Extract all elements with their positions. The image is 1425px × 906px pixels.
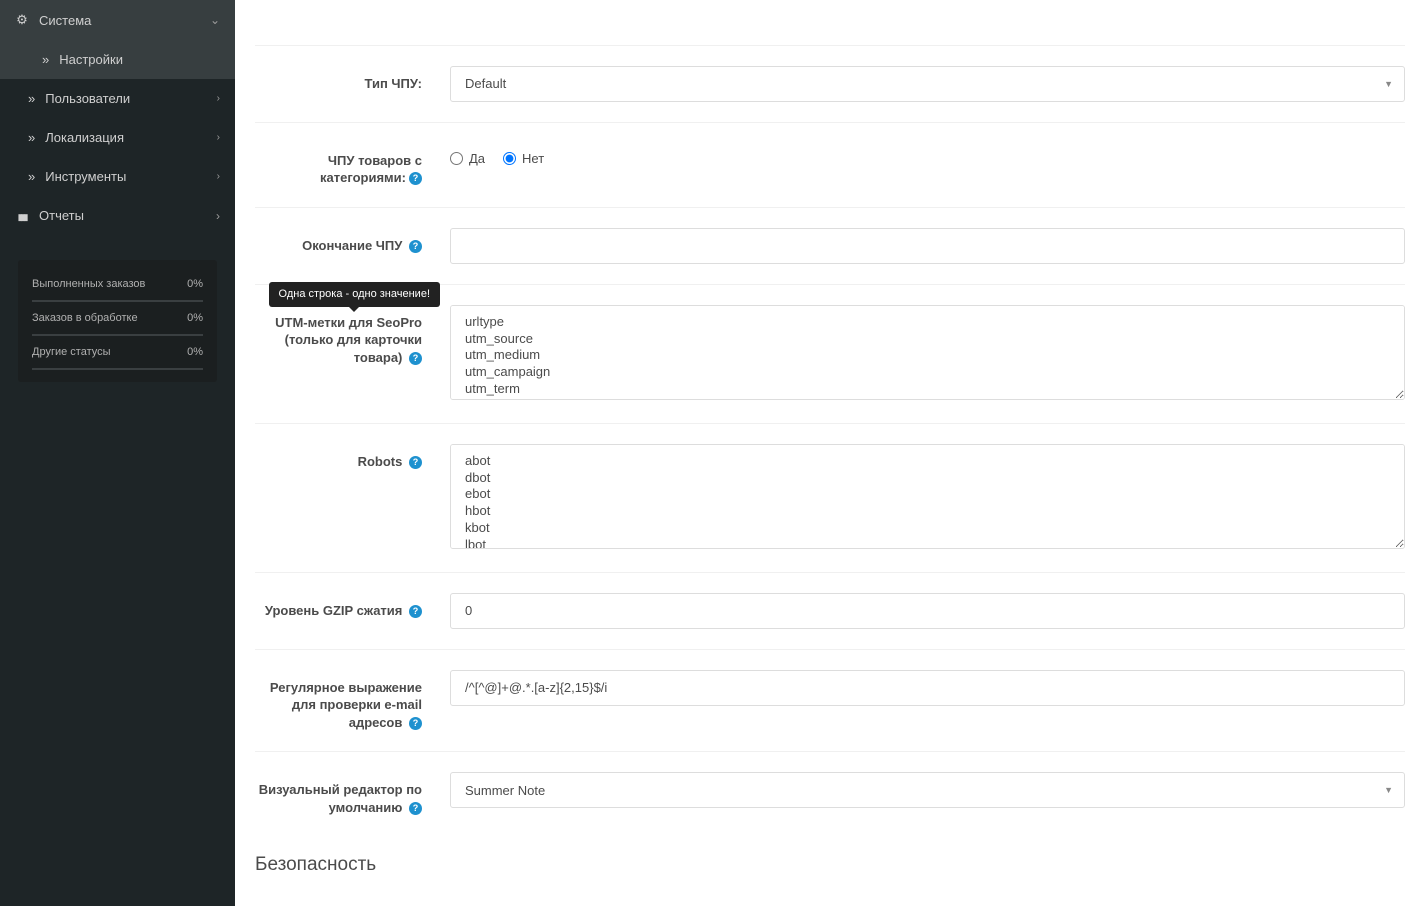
sidebar-stats: Выполненных заказов 0% Заказов в обработ…: [18, 260, 217, 382]
chevron-right-icon: ›: [217, 171, 220, 182]
editor-select[interactable]: Summer Note: [450, 772, 1405, 808]
help-icon[interactable]: ?: [409, 240, 422, 253]
label-robots: Robots ?: [255, 444, 450, 552]
tooltip-utm: Одна строка - одно значение!: [269, 282, 440, 307]
double-chevron-icon: [28, 130, 35, 145]
radio-no[interactable]: Нет: [503, 151, 544, 166]
stat-row-completed: Выполненных заказов 0%: [32, 272, 203, 302]
stat-value: 0%: [187, 312, 203, 324]
help-icon[interactable]: ?: [409, 717, 422, 730]
label-seo-type: Тип ЧПУ:: [255, 66, 450, 102]
robots-textarea[interactable]: [450, 444, 1405, 549]
sidebar-label-system: Система: [39, 13, 91, 28]
chevron-right-icon: ›: [217, 93, 220, 104]
sidebar-item-settings[interactable]: Настройки: [0, 40, 235, 79]
chevron-right-icon: ›: [217, 132, 220, 143]
stat-label: Другие статусы: [32, 346, 111, 358]
label-seo-with-categories: ЧПУ товаров с категориями:?: [255, 143, 450, 187]
sidebar-item-localization[interactable]: Локализация ›: [0, 118, 235, 157]
sidebar-item-users[interactable]: Пользователи ›: [0, 79, 235, 118]
double-chevron-icon: [28, 169, 35, 184]
stat-value: 0%: [187, 346, 203, 358]
help-icon[interactable]: ?: [409, 456, 422, 469]
help-icon[interactable]: ?: [409, 802, 422, 815]
sidebar-label-users: Пользователи: [45, 91, 130, 106]
section-security: Безопасность: [255, 836, 1405, 886]
main-content: Да Нет Тип ЧПУ: Default: [235, 0, 1425, 906]
stat-row-processing: Заказов в обработке 0%: [32, 306, 203, 336]
chevron-right-icon: ›: [216, 209, 220, 223]
gzip-input[interactable]: [450, 593, 1405, 629]
stat-value: 0%: [187, 278, 203, 290]
seo-type-select[interactable]: Default: [450, 66, 1405, 102]
sidebar-label-reports: Отчеты: [39, 208, 84, 223]
help-icon[interactable]: ?: [409, 172, 422, 185]
help-icon[interactable]: ?: [409, 605, 422, 618]
chevron-down-icon: ⌄: [210, 13, 220, 27]
label-email-regex: Регулярное выражение для проверки e-mail…: [255, 670, 450, 732]
double-chevron-icon: [42, 52, 49, 67]
sidebar-item-tools[interactable]: Инструменты ›: [0, 157, 235, 196]
sidebar: Система ⌄ Настройки Пользователи › Локал…: [0, 0, 235, 906]
label-editor: Визуальный редактор по умолчанию ?: [255, 772, 450, 816]
stat-label: Заказов в обработке: [32, 312, 138, 324]
stat-row-other: Другие статусы 0%: [32, 340, 203, 370]
stat-label: Выполненных заказов: [32, 278, 145, 290]
seo-suffix-input[interactable]: [450, 228, 1405, 264]
bar-chart-icon: [15, 208, 29, 223]
radio-yes[interactable]: Да: [450, 151, 485, 166]
label-utm: Одна строка - одно значение! UTM-метки д…: [255, 305, 450, 403]
sidebar-item-system[interactable]: Система ⌄: [0, 0, 235, 40]
double-chevron-icon: [28, 91, 35, 106]
help-icon[interactable]: ?: [409, 352, 422, 365]
sidebar-label-settings: Настройки: [59, 52, 123, 67]
label-seo-suffix: Окончание ЧПУ ?: [255, 228, 450, 264]
gear-icon: [15, 12, 29, 28]
label-gzip: Уровень GZIP сжатия ?: [255, 593, 450, 629]
utm-textarea[interactable]: [450, 305, 1405, 400]
email-regex-input[interactable]: [450, 670, 1405, 706]
sidebar-label-localization: Локализация: [45, 130, 124, 145]
sidebar-label-tools: Инструменты: [45, 169, 126, 184]
sidebar-item-reports[interactable]: Отчеты ›: [0, 196, 235, 235]
